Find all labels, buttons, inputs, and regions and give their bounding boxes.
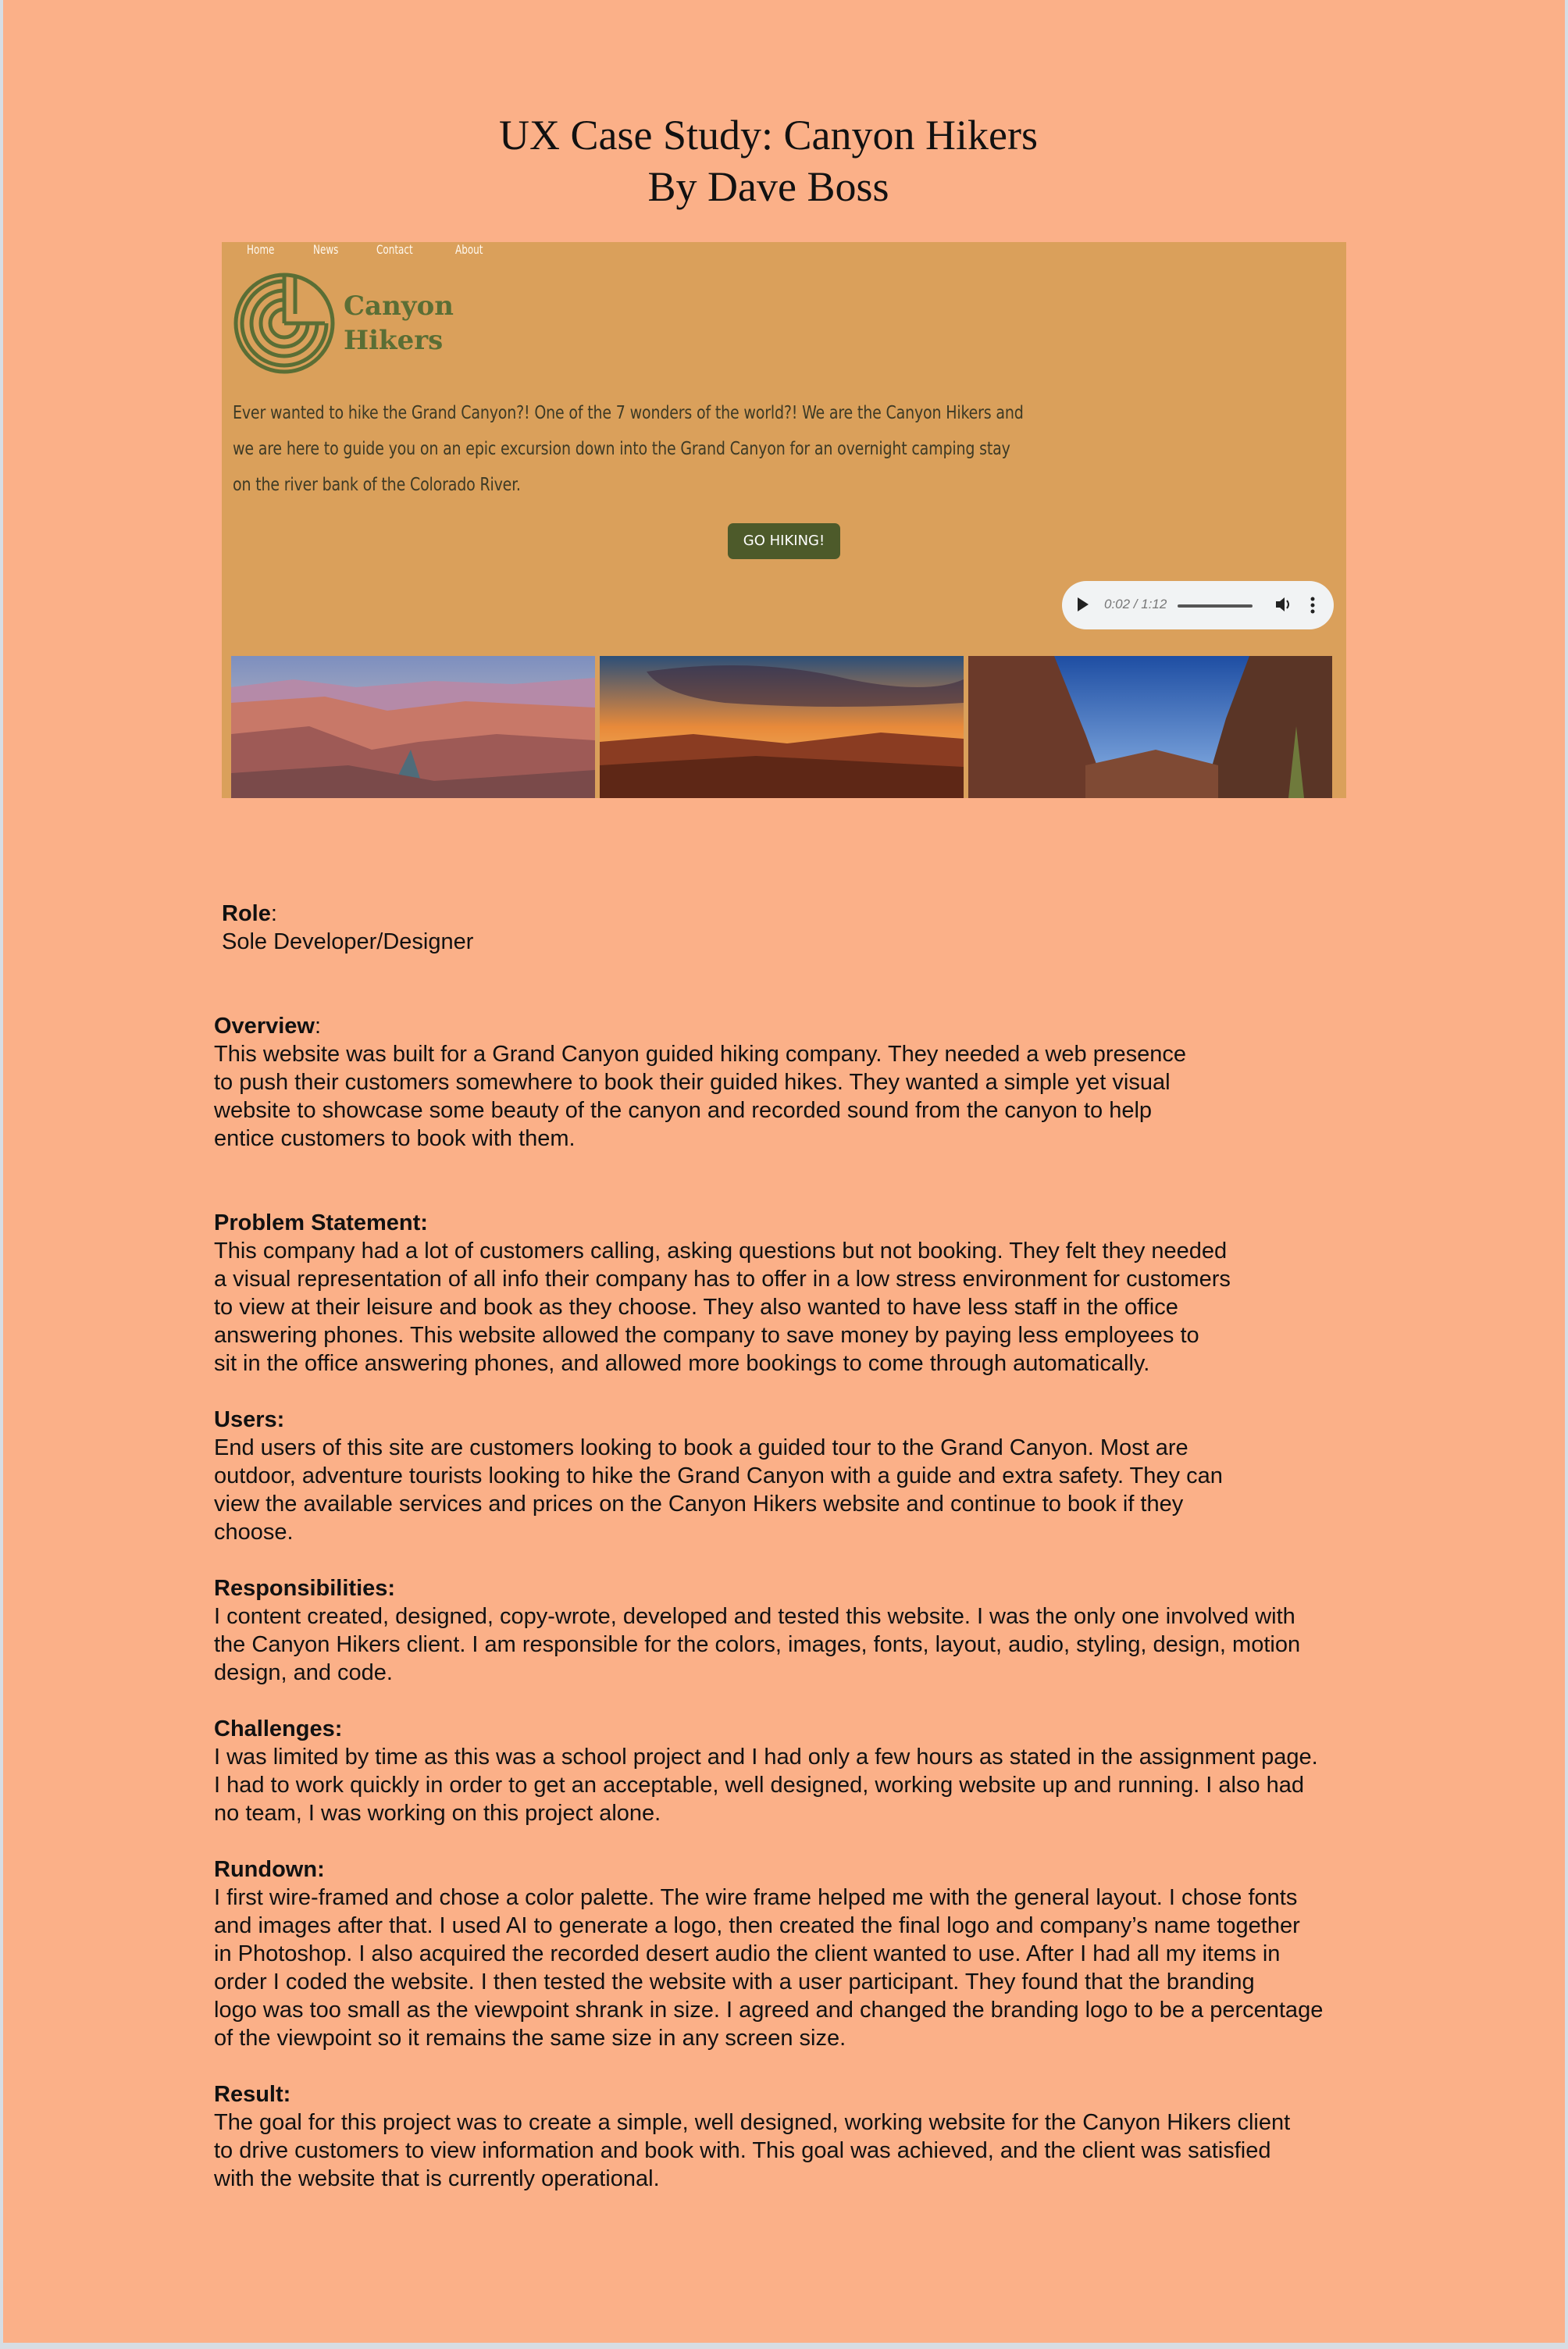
overview-text: This website was built for a Grand Canyo…: [214, 1042, 1187, 1151]
overview-heading: Overview: [214, 1014, 315, 1039]
brand-name: Canyon Hikers: [344, 291, 454, 356]
photo-strip: [231, 656, 1332, 798]
result-section: Result: The goal for this project was to…: [214, 2080, 1463, 2193]
nav-about[interactable]: About: [455, 242, 483, 257]
nav-home[interactable]: Home: [247, 242, 274, 257]
title-line-2: By Dave Boss: [647, 163, 889, 210]
audio-time: 0:02 / 1:12: [1104, 597, 1167, 611]
problem-section: Problem Statement: This company had a lo…: [214, 1209, 1463, 1378]
go-hiking-button[interactable]: GO HIKING!: [728, 523, 840, 559]
canyon-photo-3: [968, 656, 1332, 798]
canyon-hikers-logo-icon: [233, 273, 335, 374]
page-title: UX Case Study: Canyon Hikers By Dave Bos…: [3, 109, 1534, 212]
more-options-icon[interactable]: [1310, 596, 1315, 615]
rundown-section: Rundown: I first wire-framed and chose a…: [214, 1855, 1463, 2052]
responsibilities-heading: Responsibilities:: [214, 1576, 396, 1601]
case-study-page: UX Case Study: Canyon Hikers By Dave Bos…: [3, 0, 1565, 2343]
responsibilities-section: Responsibilities: I content created, des…: [214, 1574, 1463, 1687]
users-heading: Users:: [214, 1407, 285, 1432]
canyon-photo-2: [600, 656, 964, 798]
responsibilities-text: I content created, designed, copy-wrote,…: [214, 1604, 1301, 1685]
users-text: End users of this site are customers loo…: [214, 1435, 1223, 1545]
challenges-heading: Challenges:: [214, 1716, 343, 1741]
challenges-section: Challenges: I was limited by time as thi…: [214, 1715, 1463, 1827]
website-screenshot: Home News Contact About Canyon Hikers Ev…: [222, 242, 1346, 798]
intro-text: Ever wanted to hike the Grand Canyon?! O…: [233, 403, 1024, 495]
problem-heading: Problem Statement:: [214, 1210, 428, 1235]
nav-news[interactable]: News: [313, 242, 338, 257]
audio-progress-bar[interactable]: [1178, 604, 1253, 608]
site-nav: Home News Contact About: [247, 242, 492, 257]
volume-icon[interactable]: [1274, 595, 1292, 614]
nav-contact[interactable]: Contact: [376, 242, 413, 257]
audio-player[interactable]: 0:02 / 1:12: [1062, 581, 1334, 629]
result-text: The goal for this project was to create …: [214, 2110, 1291, 2191]
role-text: Sole Developer/Designer: [222, 929, 474, 954]
challenges-text: I was limited by time as this was a scho…: [214, 1745, 1318, 1826]
canyon-photo-1: [231, 656, 595, 798]
overview-section: Overview: This website was built for a G…: [214, 1012, 1463, 1153]
case-study-body: Role: Sole Developer/Designer Overview: …: [214, 900, 1463, 2193]
rundown-heading: Rundown:: [214, 1857, 325, 1882]
title-line-1: UX Case Study: Canyon Hikers: [499, 112, 1038, 159]
play-icon[interactable]: [1078, 597, 1089, 611]
result-heading: Result:: [214, 2082, 291, 2107]
users-section: Users: End users of this site are custom…: [214, 1406, 1463, 1546]
rundown-text: I first wire-framed and chose a color pa…: [214, 1885, 1324, 2051]
role-section: Role: Sole Developer/Designer: [222, 900, 1463, 956]
role-heading: Role: [222, 901, 271, 926]
problem-text: This company had a lot of customers call…: [214, 1239, 1231, 1376]
